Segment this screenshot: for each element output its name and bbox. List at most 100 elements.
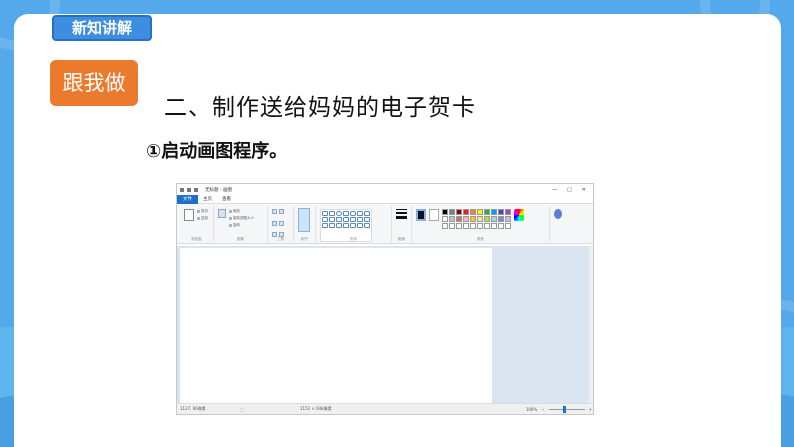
hexagon-shape-icon[interactable] (343, 217, 349, 222)
tab-file[interactable]: 文件 (177, 194, 198, 204)
palette-color-swatch[interactable] (491, 209, 497, 215)
eraser-icon[interactable] (279, 220, 284, 226)
select-icon[interactable] (218, 209, 226, 218)
tab-view[interactable]: 查看 (217, 196, 236, 202)
paste-icon[interactable] (184, 209, 194, 221)
heart-shape-icon[interactable] (364, 223, 370, 228)
copy-button[interactable]: 复制 (197, 216, 208, 221)
follow-me-button[interactable]: 跟我做 (50, 60, 138, 106)
palette-color-swatch[interactable] (449, 209, 455, 215)
save-icon[interactable] (180, 187, 184, 192)
resize-button[interactable]: 重新调整大小 (229, 216, 254, 221)
vertical-scrollbar[interactable] (589, 246, 593, 405)
arrow-up-shape-icon[interactable] (364, 217, 370, 222)
palette-color-swatch[interactable] (463, 209, 469, 215)
triangle-shape-icon[interactable] (364, 211, 370, 216)
palette-color-swatch[interactable] (456, 223, 462, 229)
right-triangle-shape-icon[interactable] (322, 217, 328, 222)
crop-button[interactable]: 裁剪 (229, 209, 254, 214)
arrow-left-shape-icon[interactable] (357, 217, 363, 222)
zoom-slider[interactable] (548, 405, 585, 413)
palette-color-swatch[interactable] (491, 216, 497, 222)
redo-icon[interactable] (194, 187, 198, 192)
group-shapes: 形状 (316, 206, 392, 242)
star5-shape-icon[interactable] (336, 223, 342, 228)
zoom-in-button[interactable]: + (589, 407, 592, 412)
palette-color-swatch[interactable] (442, 216, 448, 222)
ribbon: 剪切 复制 剪贴板 裁剪 重新调整大小 旋转 图像 工具 刷子 形状 粗细 颜色 (177, 204, 593, 244)
palette-color-swatch[interactable] (470, 223, 476, 229)
undo-icon[interactable] (187, 187, 191, 192)
arrow-down-shape-icon[interactable] (322, 223, 328, 228)
text-icon[interactable] (272, 220, 277, 226)
group-label: 刷子 (301, 237, 308, 241)
arrow-right-shape-icon[interactable] (350, 217, 356, 222)
star6-shape-icon[interactable] (343, 223, 349, 228)
paint3d-icon[interactable] (554, 209, 562, 219)
palette-color-swatch[interactable] (477, 223, 483, 229)
group-label: 图像 (237, 237, 244, 241)
star4-shape-icon[interactable] (329, 223, 335, 228)
zoom-slider-knob[interactable] (562, 405, 566, 413)
rounded-rectangle-shape-icon[interactable] (350, 211, 356, 216)
group-label: 形状 (350, 237, 357, 241)
rectangle-shape-icon[interactable] (343, 211, 349, 216)
group-label: 剪贴板 (191, 237, 202, 241)
window-title: 无标题 - 画图 (205, 187, 232, 193)
line-shape-icon[interactable] (322, 211, 328, 216)
palette-color-swatch[interactable] (491, 223, 497, 229)
palette-color-swatch[interactable] (505, 209, 511, 215)
pencil-icon[interactable] (272, 209, 277, 214)
palette-color-swatch[interactable] (477, 216, 483, 222)
palette-color-swatch[interactable] (477, 209, 483, 215)
pentagon-shape-icon[interactable] (336, 217, 342, 222)
resize-icon (229, 217, 232, 220)
maximize-button[interactable]: □ (567, 187, 572, 193)
palette-color-swatch[interactable] (470, 216, 476, 222)
group-colors: 颜色 (412, 206, 550, 242)
palette-color-swatch[interactable] (449, 216, 455, 222)
palette-color-swatch[interactable] (442, 223, 448, 229)
palette-color-swatch[interactable] (498, 223, 504, 229)
palette-color-swatch[interactable] (484, 216, 490, 222)
group-label: 颜色 (477, 237, 484, 241)
curve-shape-icon[interactable] (329, 211, 335, 216)
ribbon-tabs: 文件 主页 查看 (177, 194, 593, 204)
cut-button[interactable]: 剪切 (197, 209, 208, 214)
group-paint3d (550, 206, 578, 242)
image-size: 1152 × 648像素 (300, 406, 332, 411)
crop-icon (229, 210, 232, 213)
tab-home[interactable]: 主页 (198, 196, 217, 202)
diamond-shape-icon[interactable] (329, 217, 335, 222)
palette-color-swatch[interactable] (505, 223, 511, 229)
palette-color-swatch[interactable] (449, 223, 455, 229)
palette-color-swatch[interactable] (484, 223, 490, 229)
color2-swatch[interactable] (429, 209, 439, 221)
palette-color-swatch[interactable] (463, 216, 469, 222)
palette-color-swatch[interactable] (463, 223, 469, 229)
oval-shape-icon[interactable] (336, 211, 342, 216)
copy-icon (197, 217, 200, 220)
palette-color-swatch[interactable] (456, 209, 462, 215)
rotate-button[interactable]: 旋转 (229, 223, 254, 228)
palette-color-swatch[interactable] (505, 216, 511, 222)
fill-icon[interactable] (279, 209, 284, 214)
palette-color-swatch[interactable] (498, 216, 504, 222)
close-button[interactable]: ✕ (582, 187, 586, 193)
palette-color-swatch[interactable] (456, 216, 462, 222)
callout-rect-shape-icon[interactable] (350, 223, 356, 228)
color1-swatch[interactable] (416, 209, 426, 221)
palette-color-swatch[interactable] (442, 209, 448, 215)
palette-color-swatch[interactable] (470, 209, 476, 215)
group-brushes: 刷子 (294, 206, 316, 242)
zoom-out-button[interactable]: − (541, 407, 544, 412)
polygon-shape-icon[interactable] (357, 211, 363, 216)
minimize-button[interactable]: — (552, 187, 557, 193)
edit-colors-icon[interactable] (514, 209, 524, 221)
brushes-button[interactable] (298, 208, 310, 232)
callout-oval-shape-icon[interactable] (357, 223, 363, 228)
drawing-canvas[interactable] (180, 248, 492, 404)
palette-color-swatch[interactable] (498, 209, 504, 215)
palette-color-swatch[interactable] (484, 209, 490, 215)
paint-titlebar: 无标题 - 画图 — □ ✕ (177, 184, 593, 195)
